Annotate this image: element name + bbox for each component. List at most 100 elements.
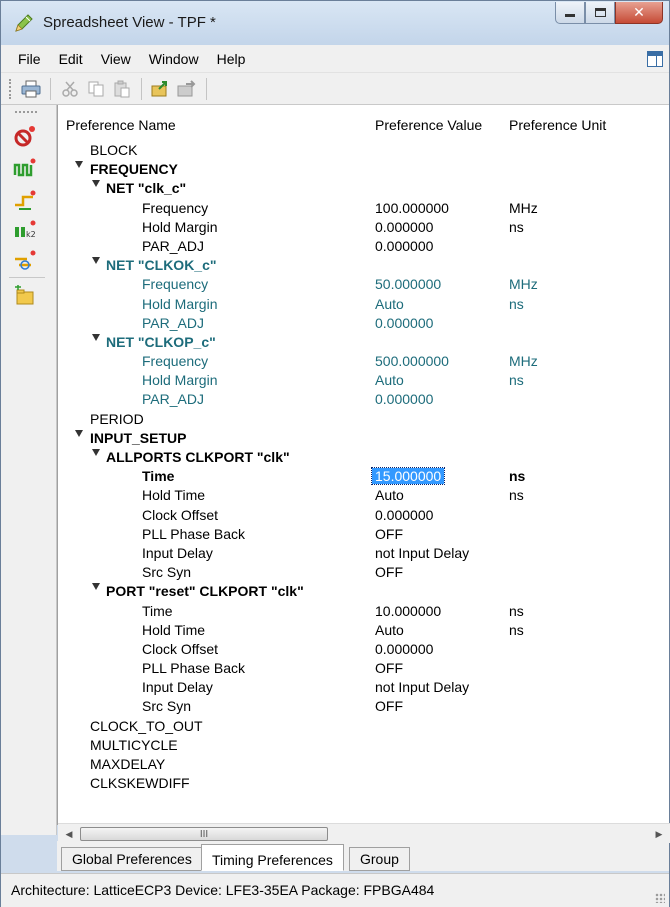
toolbar-grip[interactable] — [9, 78, 12, 99]
preference-value[interactable]: OFF — [375, 660, 403, 676]
table-row[interactable]: PAR_ADJ 0.000000 — [58, 390, 670, 409]
preference-name: PLL Phase Back — [142, 525, 245, 542]
panel-layout-icon[interactable] — [647, 51, 663, 67]
copy-button[interactable] — [85, 78, 107, 100]
table-row[interactable]: Hold Margin Auto ns — [58, 295, 670, 314]
table-row[interactable]: Hold Margin 0.000000 ns — [58, 218, 670, 237]
scroll-thumb[interactable]: III — [80, 827, 328, 841]
table-row[interactable]: Src Syn OFF — [58, 563, 670, 582]
preference-value[interactable]: 0.000000 — [375, 219, 433, 235]
table-row[interactable]: Frequency 50.000000 MHz — [58, 275, 670, 294]
table-row[interactable]: INPUT_SETUP — [58, 429, 670, 448]
tab-global-preferences[interactable]: Global Preferences — [61, 847, 203, 871]
paste-button[interactable] — [111, 78, 133, 100]
expand-triangle-icon[interactable] — [92, 180, 100, 188]
expand-triangle-icon[interactable] — [92, 449, 100, 456]
table-row[interactable]: Frequency 100.000000 MHz — [58, 199, 670, 218]
table-row[interactable]: Src Syn OFF — [58, 697, 670, 716]
menu-window[interactable]: Window — [140, 51, 208, 67]
prohibit-icon[interactable] — [13, 125, 37, 147]
side-toolbar-grip[interactable] — [15, 111, 37, 113]
preference-value[interactable]: Auto — [375, 487, 404, 503]
preference-value[interactable]: OFF — [375, 698, 403, 714]
clock-wave-icon[interactable] — [13, 157, 37, 179]
table-row[interactable]: PERIOD — [58, 410, 670, 429]
table-row[interactable]: MAXDELAY — [58, 755, 670, 774]
maximize-button[interactable] — [585, 2, 615, 24]
minimize-button[interactable] — [555, 2, 585, 24]
table-row[interactable]: Input Delay not Input Delay — [58, 544, 670, 563]
menu-file[interactable]: File — [9, 51, 50, 67]
preference-value[interactable]: OFF — [375, 526, 403, 542]
tab-timing-preferences[interactable]: Timing Preferences — [201, 844, 344, 871]
import-button[interactable] — [150, 78, 172, 100]
preference-value[interactable]: 500.000000 — [375, 353, 449, 369]
preference-value[interactable]: Auto — [375, 372, 404, 388]
table-row[interactable]: PAR_ADJ 0.000000 — [58, 237, 670, 256]
table-row[interactable]: Time 15.000000 ns — [58, 467, 670, 486]
preference-value[interactable]: not Input Delay — [375, 545, 469, 561]
preference-value[interactable]: 10.000000 — [375, 603, 441, 619]
table-row[interactable]: Frequency 500.000000 MHz — [58, 352, 670, 371]
close-button[interactable]: ✕ — [615, 2, 663, 24]
table-row[interactable]: BLOCK — [58, 141, 670, 160]
table-row[interactable]: Hold Time Auto ns — [58, 621, 670, 640]
preference-value[interactable]: not Input Delay — [375, 679, 469, 695]
preference-value[interactable]: 0.000000 — [375, 315, 433, 331]
table-row[interactable]: NET "CLKOP_c" — [58, 333, 670, 352]
expand-triangle-icon[interactable] — [92, 333, 100, 341]
tab-group[interactable]: Group — [349, 847, 410, 871]
horizontal-scrollbar[interactable]: ◀ III ▶ — [58, 823, 670, 843]
column-header-unit[interactable]: Preference Unit — [509, 117, 606, 133]
table-row[interactable]: FREQUENCY — [58, 160, 670, 179]
preference-value[interactable]: Auto — [375, 622, 404, 638]
preference-value[interactable]: 100.000000 — [375, 200, 449, 216]
side-separator — [9, 277, 45, 278]
table-row[interactable]: Hold Margin Auto ns — [58, 371, 670, 390]
export-button[interactable] — [176, 78, 198, 100]
preference-value[interactable]: 0.000000 — [375, 238, 433, 254]
table-row[interactable]: NET "clk_c" — [58, 179, 670, 198]
table-row[interactable]: MULTICYCLE — [58, 736, 670, 755]
expand-triangle-icon[interactable] — [92, 257, 100, 265]
table-row[interactable]: Hold Time Auto ns — [58, 486, 670, 505]
preference-value[interactable]: 0.000000 — [375, 641, 433, 657]
cut-button[interactable] — [59, 78, 81, 100]
preference-value[interactable]: 15.000000 — [370, 467, 446, 486]
preference-value[interactable]: 0.000000 — [375, 507, 433, 523]
preference-value[interactable]: OFF — [375, 564, 403, 580]
table-row[interactable]: PLL Phase Back OFF — [58, 659, 670, 678]
table-row[interactable]: CLOCK_TO_OUT — [58, 717, 670, 736]
menu-edit[interactable]: Edit — [50, 51, 92, 67]
table-row[interactable]: Input Delay not Input Delay — [58, 678, 670, 697]
table-row[interactable]: Clock Offset 0.000000 — [58, 640, 670, 659]
preference-value[interactable]: Auto — [375, 296, 404, 312]
expand-triangle-icon[interactable] — [75, 161, 83, 169]
preference-value[interactable]: 0.000000 — [375, 391, 433, 407]
close-icon: ✕ — [633, 4, 645, 21]
table-row[interactable]: NET "CLKOK_c" — [58, 256, 670, 275]
menu-help[interactable]: Help — [208, 51, 255, 67]
table-row[interactable]: Clock Offset 0.000000 — [58, 506, 670, 525]
table-row[interactable]: ALLPORTS CLKPORT "clk" — [58, 448, 670, 467]
table-row[interactable]: PAR_ADJ 0.000000 — [58, 314, 670, 333]
resize-grip-icon[interactable] — [655, 893, 665, 903]
table-row[interactable]: Time 10.000000 ns — [58, 602, 670, 621]
waveform-icon[interactable]: k2 — [13, 219, 37, 241]
preference-value[interactable]: 50.000000 — [375, 276, 441, 292]
print-button[interactable] — [20, 78, 42, 100]
expand-triangle-icon[interactable] — [92, 583, 100, 591]
table-row[interactable]: PORT "reset" CLKPORT "clk" — [58, 582, 670, 601]
folder-add-icon[interactable] — [13, 285, 37, 307]
column-header-value[interactable]: Preference Value — [375, 117, 482, 133]
print-icon — [21, 80, 41, 97]
export-icon — [177, 79, 196, 96]
menu-view[interactable]: View — [92, 51, 140, 67]
title-bar[interactable]: Spreadsheet View - TPF * ✕ — [1, 1, 669, 45]
table-row[interactable]: CLKSKEWDIFF — [58, 774, 670, 793]
path-icon[interactable] — [13, 189, 37, 211]
expand-triangle-icon[interactable] — [75, 429, 83, 437]
route-icon[interactable] — [13, 249, 37, 271]
column-header-name[interactable]: Preference Name — [66, 117, 176, 133]
table-row[interactable]: PLL Phase Back OFF — [58, 525, 670, 544]
